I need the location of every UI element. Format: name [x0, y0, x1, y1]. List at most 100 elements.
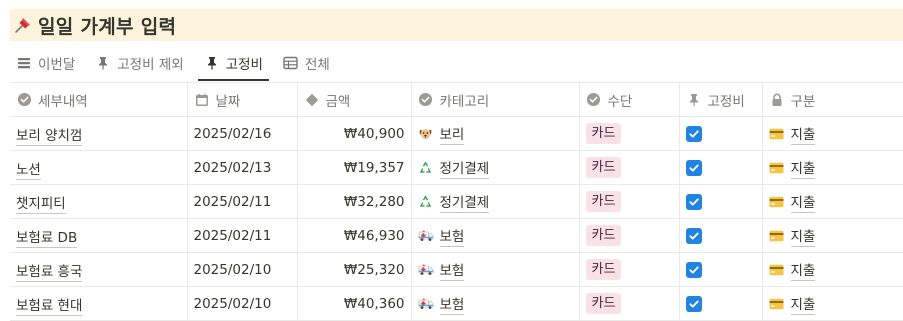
cell-category[interactable]: 보리 — [411, 116, 580, 151]
col-header-kind[interactable]: 구분 — [762, 83, 903, 117]
table-row[interactable]: 보험료 현대 2025/02/10 ₩40,360 보험 카드 지출 — [10, 286, 903, 321]
cell-fixed[interactable] — [679, 150, 763, 185]
col-header-fixed[interactable]: 고정비 — [679, 83, 763, 117]
table-row[interactable]: 보험료 DB 2025/02/11 ₩46,930 보험 카드 지출 — [10, 218, 903, 253]
cell-amount[interactable]: ₩25,320 — [297, 252, 412, 287]
fixed-checkbox[interactable] — [685, 193, 702, 210]
kind-link[interactable]: 지출 — [790, 225, 816, 247]
fixed-checkbox[interactable] — [685, 227, 702, 244]
col-header-desc[interactable]: 세부내역 — [10, 83, 188, 117]
recycle-icon — [418, 160, 434, 175]
cell-method[interactable]: 카드 — [579, 116, 680, 151]
kind-link[interactable]: 지출 — [790, 293, 816, 315]
kind-link[interactable]: 지출 — [790, 157, 816, 179]
cell-desc[interactable]: 노션 — [10, 150, 188, 185]
method-tag: 카드 — [585, 293, 622, 314]
col-header-date[interactable]: 날짜 — [187, 83, 298, 117]
cell-kind[interactable]: 지출 — [762, 252, 903, 287]
cell-desc[interactable]: 보험료 현대 — [10, 286, 188, 321]
tab-all[interactable]: 전체 — [277, 48, 336, 78]
cell-desc[interactable]: 보리 양치껌 — [10, 116, 188, 151]
cell-fixed[interactable] — [679, 286, 763, 321]
col-header-amount[interactable]: 금액 — [297, 83, 412, 117]
cell-date[interactable]: 2025/02/10 — [187, 252, 298, 287]
amount-text: ₩40,900 — [343, 125, 405, 142]
cell-method[interactable]: 카드 — [579, 252, 680, 287]
cell-amount[interactable]: ₩46,930 — [297, 218, 412, 253]
cell-amount[interactable]: ₩40,360 — [297, 286, 412, 321]
category-link[interactable]: 정기결제 — [439, 191, 490, 213]
cell-category[interactable]: 정기결제 — [411, 150, 580, 185]
method-tag: 카드 — [585, 191, 622, 212]
col-header-method[interactable]: 수단 — [579, 83, 680, 117]
cell-amount[interactable]: ₩32,280 — [297, 184, 412, 219]
cell-category[interactable]: 보험 — [411, 252, 580, 287]
kind-link[interactable]: 지출 — [790, 123, 816, 145]
recycle-icon — [418, 194, 434, 209]
cell-fixed[interactable] — [679, 218, 763, 253]
cell-date[interactable]: 2025/02/13 — [187, 150, 298, 185]
col-label: 구분 — [790, 93, 816, 110]
table-row[interactable]: 보리 양치껌 2025/02/16 ₩40,900 보리 카드 지출 — [10, 116, 903, 151]
kind-link[interactable]: 지출 — [790, 191, 816, 213]
cell-method[interactable]: 카드 — [579, 218, 680, 253]
cell-kind[interactable]: 지출 — [762, 150, 903, 185]
col-header-category[interactable]: 카테고리 — [411, 83, 580, 117]
cell-method[interactable]: 카드 — [579, 150, 680, 185]
category-link[interactable]: 보험 — [439, 225, 465, 247]
fixed-checkbox[interactable] — [685, 159, 702, 176]
cell-kind[interactable]: 지출 — [762, 116, 903, 151]
kind-link[interactable]: 지출 — [790, 259, 816, 281]
cell-amount[interactable]: ₩40,900 — [297, 116, 412, 151]
cell-category[interactable]: 보험 — [411, 286, 580, 321]
table-icon — [283, 55, 299, 71]
amount-text: ₩46,930 — [343, 227, 405, 244]
table-row[interactable]: 챗지피티 2025/02/11 ₩32,280 정기결제 카드 지출 — [10, 184, 903, 219]
fixed-checkbox[interactable] — [685, 261, 702, 278]
cell-fixed[interactable] — [679, 116, 763, 151]
table-row[interactable]: 노션 2025/02/13 ₩19,357 정기결제 카드 지출 — [10, 150, 903, 185]
cell-date[interactable]: 2025/02/16 — [187, 116, 298, 151]
check-circle-icon — [418, 92, 434, 108]
category-link[interactable]: 보험 — [439, 293, 465, 315]
col-label: 세부내역 — [38, 93, 88, 110]
amount-text: ₩25,320 — [343, 261, 405, 278]
category-link[interactable]: 정기결제 — [439, 157, 490, 179]
cell-amount[interactable]: ₩19,357 — [297, 150, 412, 185]
cell-desc[interactable]: 보험료 DB — [10, 218, 188, 253]
table-header: 세부내역 날짜 금액 카테고리 수단 고정비 구분 — [10, 83, 903, 117]
cell-kind[interactable]: 지출 — [762, 184, 903, 219]
cell-fixed[interactable] — [679, 184, 763, 219]
cell-desc[interactable]: 보험료 흥국 — [10, 252, 188, 287]
tab-fixed[interactable]: 고정비 — [197, 48, 270, 81]
cell-kind[interactable]: 지출 — [762, 286, 903, 321]
desc-text: 노션 — [16, 161, 41, 180]
tab-this-month[interactable]: 이번달 — [10, 48, 81, 78]
cell-method[interactable]: 카드 — [579, 184, 680, 219]
pin-icon — [204, 55, 220, 71]
tab-label: 전체 — [304, 57, 330, 73]
check-circle-icon — [586, 92, 602, 108]
cell-date[interactable]: 2025/02/11 — [187, 218, 298, 253]
cell-method[interactable]: 카드 — [579, 286, 680, 321]
cell-category[interactable]: 정기결제 — [411, 184, 580, 219]
method-tag: 카드 — [585, 157, 622, 178]
calendar-icon — [194, 92, 210, 108]
cell-date[interactable]: 2025/02/11 — [187, 184, 298, 219]
fixed-checkbox[interactable] — [685, 295, 702, 312]
credit-card-icon — [769, 228, 785, 244]
cell-fixed[interactable] — [679, 252, 763, 287]
category-link[interactable]: 보리 — [439, 123, 465, 145]
cell-category[interactable]: 보험 — [411, 218, 580, 253]
page-title-bar: 일일 가계부 입력 — [10, 9, 903, 41]
date-text: 2025/02/10 — [193, 295, 272, 312]
category-link[interactable]: 보험 — [439, 259, 465, 281]
tab-excluding-fixed[interactable]: 고정비 제외 — [89, 48, 189, 78]
tab-label: 이번달 — [38, 57, 76, 73]
fixed-checkbox[interactable] — [685, 125, 702, 142]
amount-text: ₩19,357 — [343, 159, 405, 176]
table-row[interactable]: 보험료 흥국 2025/02/10 ₩25,320 보험 카드 지출 — [10, 252, 903, 287]
cell-kind[interactable]: 지출 — [762, 218, 903, 253]
cell-date[interactable]: 2025/02/10 — [187, 286, 298, 321]
cell-desc[interactable]: 챗지피티 — [10, 184, 188, 219]
